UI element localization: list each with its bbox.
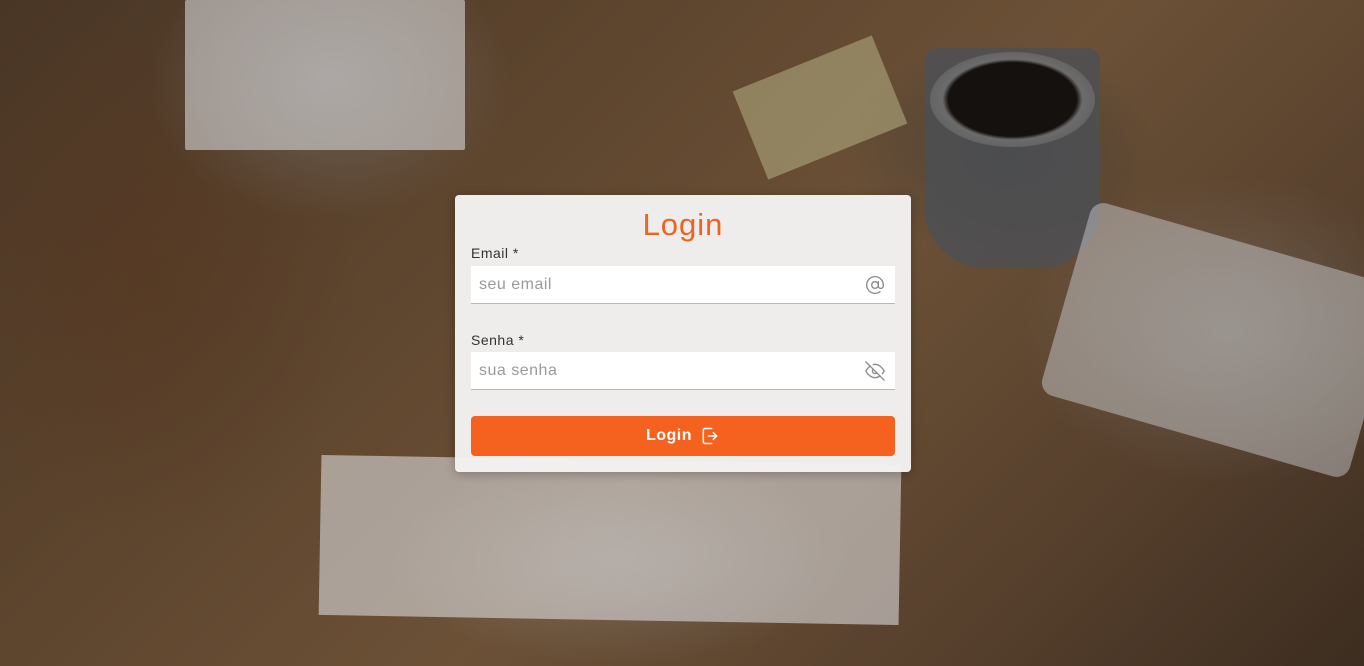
- background-report: [318, 454, 902, 626]
- sign-in-icon: [700, 426, 720, 446]
- login-card: Login Email * Senha * Login: [455, 195, 911, 472]
- login-button[interactable]: Login: [471, 416, 895, 456]
- email-label: Email *: [471, 245, 519, 261]
- eye-off-icon[interactable]: [865, 361, 885, 381]
- login-button-label: Login: [645, 427, 693, 444]
- at-sign-icon: [865, 275, 885, 295]
- background-document: [185, 0, 465, 150]
- email-field[interactable]: [471, 266, 895, 304]
- password-input[interactable]: [471, 352, 859, 389]
- login-title: Login: [642, 207, 724, 242]
- email-input[interactable]: [471, 266, 859, 303]
- password-field[interactable]: [471, 352, 895, 390]
- background-coffee: [930, 52, 1095, 147]
- password-label: Senha *: [471, 332, 525, 348]
